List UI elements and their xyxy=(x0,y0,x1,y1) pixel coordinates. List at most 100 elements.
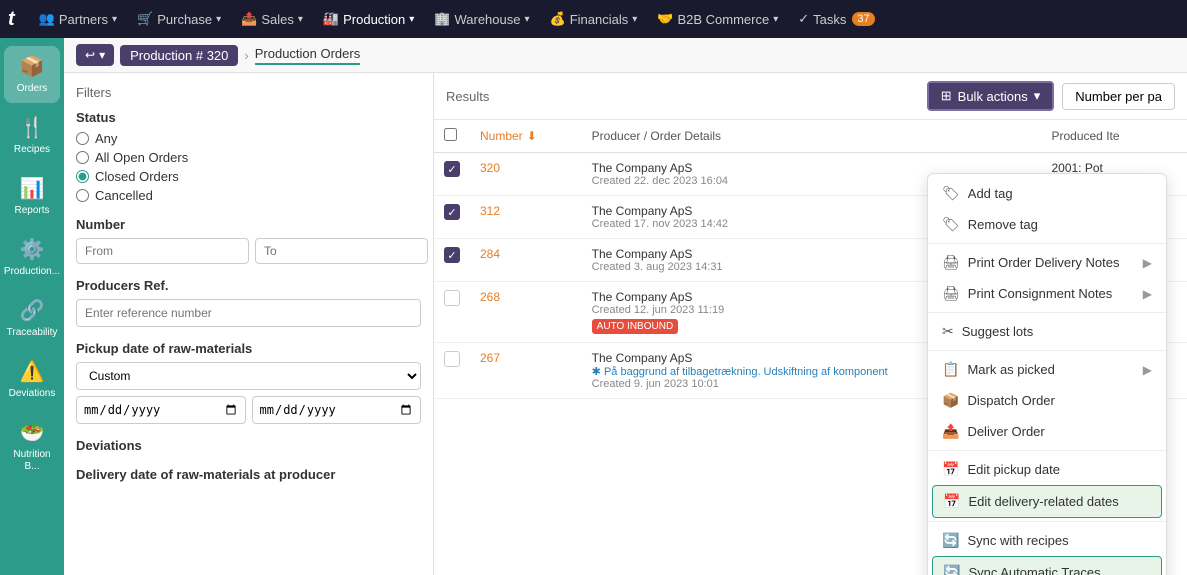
row-267-number: 267 xyxy=(470,343,582,399)
sidebar-item-orders[interactable]: 📦 Orders xyxy=(4,46,60,103)
dropdown-sync-recipes[interactable]: 🔄 Sync with recipes xyxy=(928,525,1166,556)
status-radio-group: Any All Open Orders Closed Orders C xyxy=(76,131,421,203)
number-from-input[interactable] xyxy=(76,238,249,264)
suggest-lots-icon: ✂ xyxy=(942,323,954,340)
financials-icon: 💰 xyxy=(550,11,566,27)
dropdown-suggest-lots[interactable]: ✂ Suggest lots xyxy=(928,316,1166,347)
dropdown-dispatch-order[interactable]: 📦 Dispatch Order xyxy=(928,385,1166,416)
dropdown-edit-pickup[interactable]: 📅 Edit pickup date xyxy=(928,454,1166,485)
producers-ref-filter: Producers Ref. xyxy=(76,278,421,327)
purchase-chevron: ▾ xyxy=(216,14,221,25)
date-to-input[interactable] xyxy=(252,396,422,424)
reports-icon: 📊 xyxy=(20,176,45,201)
number-to-input[interactable] xyxy=(255,238,428,264)
edit-pickup-icon: 📅 xyxy=(942,461,959,478)
sidebar-item-reports[interactable]: 📊 Reports xyxy=(4,168,60,225)
sidebar-item-production[interactable]: ⚙️ Production... xyxy=(4,229,60,286)
nav-purchase[interactable]: 🛒 Purchase ▾ xyxy=(129,7,229,31)
number-label: Number xyxy=(76,217,421,232)
status-closed[interactable]: Closed Orders xyxy=(76,169,421,184)
deviations-filter: Deviations xyxy=(76,438,421,453)
nutrition-icon: 🥗 xyxy=(20,420,45,445)
nav-warehouse[interactable]: 🏢 Warehouse ▾ xyxy=(426,7,537,31)
status-cancelled[interactable]: Cancelled xyxy=(76,188,421,203)
dropdown-sync-traces[interactable]: 🔄 Sync Automatic Traces xyxy=(932,556,1162,575)
deviations-label: Deviations xyxy=(76,438,421,453)
pickup-date-filter: Pickup date of raw-materials Custom xyxy=(76,341,421,424)
status-all-open[interactable]: All Open Orders xyxy=(76,150,421,165)
th-check xyxy=(434,120,470,153)
row-267-checkbox[interactable] xyxy=(444,351,460,367)
nav-production[interactable]: 🏭 Production ▾ xyxy=(315,7,422,31)
dropdown-edit-delivery[interactable]: 📅 Edit delivery-related dates xyxy=(932,485,1162,518)
select-all-checkbox[interactable] xyxy=(444,128,457,141)
b2b-chevron: ▾ xyxy=(773,14,778,25)
producers-ref-label: Producers Ref. xyxy=(76,278,421,293)
row-284-number: 284 xyxy=(470,239,582,282)
sort-icon: ⬇ xyxy=(527,129,537,143)
partners-icon: 👥 xyxy=(39,11,55,27)
production-sidebar-icon: ⚙️ xyxy=(20,237,45,262)
breadcrumb-separator: › xyxy=(244,48,248,63)
sync-traces-icon: 🔄 xyxy=(943,564,960,575)
orders-icon: 📦 xyxy=(20,54,45,79)
dropdown-deliver-order[interactable]: 📤 Deliver Order xyxy=(928,416,1166,447)
sidebar-label-nutrition: Nutrition B... xyxy=(8,449,56,473)
sidebar-item-recipes[interactable]: 🍴 Recipes xyxy=(4,107,60,164)
sidebar-label-deviations: Deviations xyxy=(9,388,56,400)
history-chevron-icon: ▾ xyxy=(99,48,105,62)
th-producer: Producer / Order Details xyxy=(582,120,1042,153)
financials-chevron: ▾ xyxy=(632,14,637,25)
dropdown-remove-tag[interactable]: 🏷 Remove tag xyxy=(928,209,1166,240)
producers-ref-input[interactable] xyxy=(76,299,421,327)
status-any[interactable]: Any xyxy=(76,131,421,146)
status-any-radio[interactable] xyxy=(76,132,89,145)
nav-tasks[interactable]: ✓ Tasks 37 xyxy=(790,7,882,31)
filters-title: Filters xyxy=(76,85,421,100)
nav-sales[interactable]: 📤 Sales ▾ xyxy=(233,7,311,31)
number-per-page-button[interactable]: Number per pa xyxy=(1062,83,1175,110)
dropdown-print-consignment[interactable]: 🖨 Print Consignment Notes ▶ xyxy=(928,278,1166,309)
purchase-icon: 🛒 xyxy=(137,11,153,27)
sidebar-item-traceability[interactable]: 🔗 Traceability xyxy=(4,290,60,347)
nav-partners[interactable]: 👥 Partners ▾ xyxy=(31,7,125,31)
status-cancelled-radio[interactable] xyxy=(76,189,89,202)
status-closed-radio[interactable] xyxy=(76,170,89,183)
bulk-chevron-icon: ▾ xyxy=(1034,88,1041,104)
number-range xyxy=(76,238,421,264)
breadcrumb-current: Production Orders xyxy=(255,46,361,65)
row-320-checkbox[interactable]: ✓ xyxy=(444,161,460,177)
pickup-date-select[interactable]: Custom xyxy=(76,362,421,390)
sidebar-label-traceability: Traceability xyxy=(7,327,58,339)
edit-delivery-icon: 📅 xyxy=(943,493,960,510)
print-consignment-icon: 🖨 xyxy=(942,285,960,302)
production-chevron: ▾ xyxy=(409,14,414,25)
auto-inbound-badge: AUTO INBOUND xyxy=(592,319,679,334)
sales-chevron: ▾ xyxy=(298,14,303,25)
pickup-date-label: Pickup date of raw-materials xyxy=(76,341,421,356)
breadcrumb: ↩ ▾ Production # 320 › Production Orders xyxy=(64,38,1187,73)
history-button[interactable]: ↩ ▾ xyxy=(76,44,114,66)
content-area: Filters Status Any All Open Orders xyxy=(64,73,1187,575)
tasks-icon: ✓ xyxy=(798,11,809,27)
production-tag[interactable]: Production # 320 xyxy=(120,45,238,66)
row-268-number: 268 xyxy=(470,282,582,343)
dropdown-mark-picked[interactable]: 📋 Mark as picked ▶ xyxy=(928,354,1166,385)
sidebar-item-deviations[interactable]: ⚠️ Deviations xyxy=(4,351,60,408)
bulk-actions-button[interactable]: ⊞ Bulk actions ▾ xyxy=(927,81,1055,111)
status-all-open-radio[interactable] xyxy=(76,151,89,164)
nav-b2b[interactable]: 🤝 B2B Commerce ▾ xyxy=(649,7,786,31)
date-from-input[interactable] xyxy=(76,396,246,424)
header-actions: ⊞ Bulk actions ▾ Number per pa xyxy=(927,81,1175,111)
row-268-checkbox[interactable] xyxy=(444,290,460,306)
row-312-checkbox[interactable]: ✓ xyxy=(444,204,460,220)
bulk-actions-dropdown: 🏷 Add tag 🏷 Remove tag 🖨 xyxy=(927,173,1167,575)
row-284-checkbox[interactable]: ✓ xyxy=(444,247,460,263)
dropdown-add-tag[interactable]: 🏷 Add tag xyxy=(928,178,1166,209)
dropdown-print-delivery[interactable]: 🖨 Print Order Delivery Notes ▶ xyxy=(928,247,1166,278)
sidebar-item-nutrition[interactable]: 🥗 Nutrition B... xyxy=(4,412,60,481)
nav-financials[interactable]: 💰 Financials ▾ xyxy=(542,7,646,31)
sidebar-label-recipes: Recipes xyxy=(14,144,50,156)
results-panel: Results ⊞ Bulk actions ▾ Number per pa xyxy=(434,73,1187,575)
status-filter: Status Any All Open Orders Closed Ord xyxy=(76,110,421,203)
